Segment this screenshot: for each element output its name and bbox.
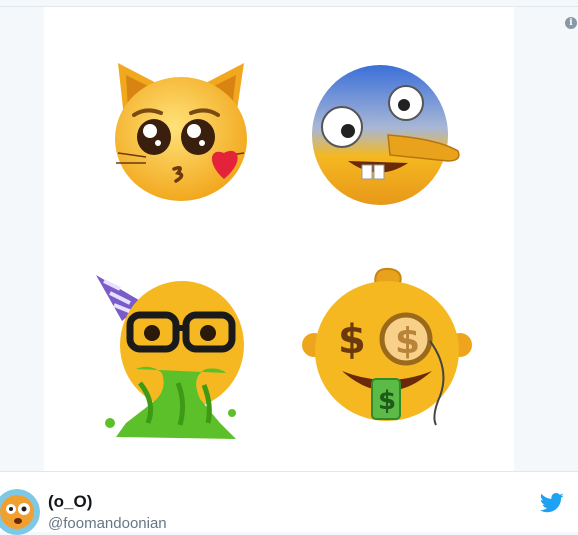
info-icon[interactable]: i (565, 17, 577, 29)
tweet-author-bar: (o_O) @foomandoonian (0, 471, 578, 535)
svg-text:$: $ (378, 386, 396, 416)
display-name[interactable]: (o_O) (48, 492, 92, 512)
svg-text:$: $ (338, 317, 366, 363)
svg-text:$: $ (395, 321, 420, 362)
tweet-media-image[interactable]: $ $ $ (44, 7, 514, 471)
goofy-nose-face-emoji (312, 65, 460, 205)
pleading-cat-kiss-emoji (115, 63, 247, 201)
money-monocle-emoji: $ $ $ (302, 267, 472, 426)
twitter-bird-icon[interactable] (540, 493, 564, 513)
party-nerd-vomit-emoji (96, 275, 244, 439)
user-handle[interactable]: @foomandoonian (48, 515, 167, 532)
avatar[interactable] (0, 489, 40, 535)
